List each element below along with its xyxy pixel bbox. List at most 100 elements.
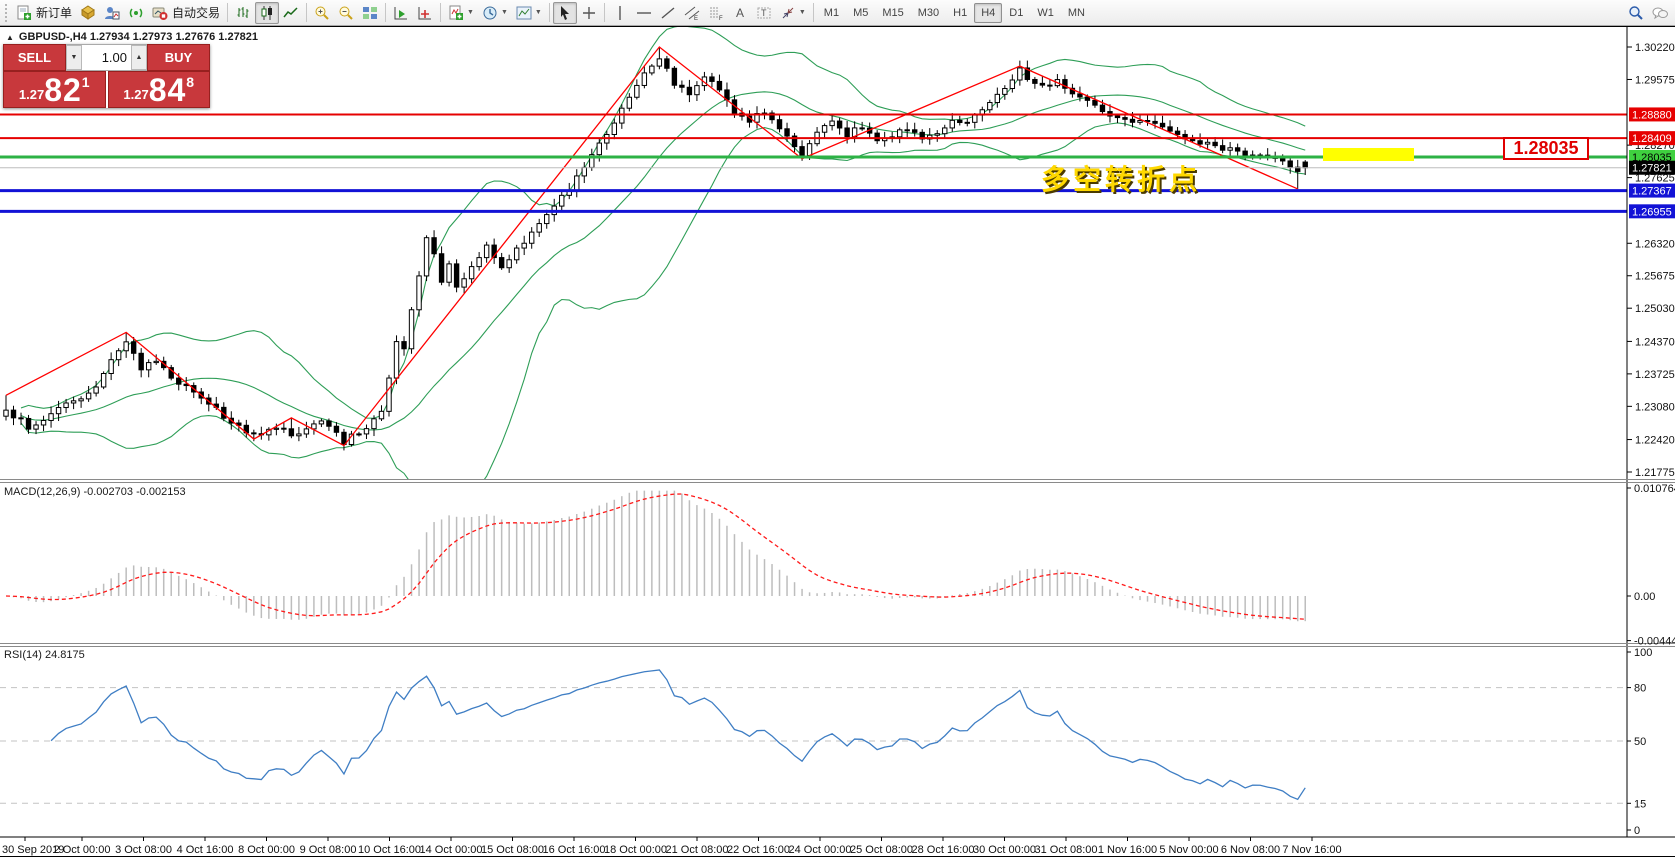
vertical-line-button[interactable] — [608, 2, 632, 24]
rsi-line — [50, 669, 1306, 801]
volume-increase-button[interactable]: ▲ — [131, 45, 147, 70]
main-toolbar: 新订单 自动交易 ▼ ▼ ▼ E F A T ▼ M1 M5 M15 M30 H1 H4 D1 W1 MN — [0, 0, 1675, 26]
price-axis[interactable]: 1.302201.295751.282701.276251.263201.256… — [1627, 42, 1675, 837]
bollinger-band — [20, 27, 1306, 419]
timeframe-button-m15[interactable]: M15 — [875, 3, 910, 23]
timeframe-button-h4[interactable]: H4 — [974, 2, 1003, 23]
sell-price-prefix: 1.27 — [18, 87, 45, 102]
svg-text:18 Oct 00:00: 18 Oct 00:00 — [604, 844, 667, 856]
price-chart[interactable]: 1.302201.295751.282701.276251.263201.256… — [0, 27, 1675, 857]
timeframe-button-h1[interactable]: H1 — [946, 3, 974, 23]
chat-button[interactable] — [1648, 2, 1672, 24]
svg-text:31 Oct 08:00: 31 Oct 08:00 — [1035, 844, 1098, 856]
indicators-button[interactable]: ▼ — [444, 2, 478, 24]
timeframe-button-m1[interactable]: M1 — [817, 3, 846, 23]
zoom-in-button[interactable] — [310, 2, 334, 24]
svg-text:22 Oct 16:00: 22 Oct 16:00 — [727, 844, 790, 856]
zoom-out-button[interactable] — [334, 2, 358, 24]
horizontal-line-button[interactable] — [632, 2, 656, 24]
svg-text:1.25030: 1.25030 — [1635, 303, 1675, 315]
svg-text:25 Oct 08:00: 25 Oct 08:00 — [850, 844, 913, 856]
line-chart-icon — [283, 5, 299, 21]
chat-icon — [1652, 5, 1668, 21]
macd-pane — [5, 490, 1306, 622]
svg-text:0.010764: 0.010764 — [1634, 483, 1675, 495]
timeframe-button-m30[interactable]: M30 — [911, 3, 946, 23]
new-order-button[interactable]: 新订单 — [12, 2, 76, 24]
auto-trading-button[interactable]: 自动交易 — [148, 2, 224, 24]
turning-point-annotation[interactable]: 多空转折点 — [1041, 158, 1201, 198]
templates-icon — [516, 5, 532, 21]
line-chart-button[interactable] — [279, 2, 303, 24]
sell-button[interactable]: SELL — [3, 44, 66, 71]
yellow-highlight-rect[interactable] — [1323, 148, 1414, 161]
text-icon: A — [732, 5, 748, 21]
bar-chart-button[interactable] — [231, 2, 255, 24]
signals-icon — [128, 5, 144, 21]
buy-price-display[interactable]: 1.27 84 8 — [107, 71, 210, 108]
signals-button[interactable] — [124, 2, 148, 24]
chart-window[interactable]: 1.30220 1.29575 1.28270 1.27625 1.26320 1.256… — [0, 26, 1675, 857]
candlestick-chart-button[interactable] — [255, 1, 280, 24]
dropdown-arrow-icon: ▼ — [467, 9, 474, 16]
label-button[interactable]: T — [752, 2, 776, 24]
svg-text:1.21775: 1.21775 — [1635, 467, 1675, 479]
svg-text:1.27821: 1.27821 — [1632, 163, 1672, 175]
timeframe-button-mn[interactable]: MN — [1061, 3, 1092, 23]
svg-text:F: F — [719, 16, 723, 21]
hline-icon — [636, 5, 652, 21]
svg-text:0.00: 0.00 — [1634, 591, 1655, 603]
label-icon: T — [756, 5, 772, 21]
sell-price-sup: 1 — [81, 74, 90, 90]
arrows-button[interactable]: ▼ — [776, 2, 810, 24]
chart-shift-button[interactable] — [413, 2, 437, 24]
buy-price-sup: 8 — [186, 74, 195, 90]
dropdown-arrow-icon: ▼ — [798, 9, 806, 16]
volume-input[interactable]: 1.00 — [82, 45, 131, 70]
svg-text:14 Oct 00:00: 14 Oct 00:00 — [420, 844, 483, 856]
channel-button[interactable]: E — [680, 2, 704, 24]
svg-text:1.28409: 1.28409 — [1632, 133, 1672, 145]
trendline-button[interactable] — [656, 2, 680, 24]
svg-text:0: 0 — [1634, 825, 1640, 837]
periods-button[interactable]: ▼ — [478, 2, 512, 24]
crosshair-button[interactable] — [577, 2, 601, 24]
auto-scroll-button[interactable] — [389, 2, 413, 24]
toolbar-separator — [440, 3, 442, 22]
price-flag-label[interactable]: 1.28035 — [1503, 137, 1589, 160]
indicators-icon — [448, 5, 464, 21]
market-watch-button[interactable] — [76, 2, 100, 24]
dropdown-arrow-icon: ▼ — [500, 9, 508, 16]
search-icon — [1628, 5, 1644, 21]
timeframe-button-m5[interactable]: M5 — [846, 3, 875, 23]
svg-text:E: E — [694, 16, 698, 21]
buy-button[interactable]: BUY — [147, 44, 210, 71]
fibonacci-button[interactable]: F — [704, 2, 728, 24]
cursor-button[interactable] — [552, 1, 577, 24]
templates-button[interactable]: ▼ — [512, 2, 546, 24]
svg-text:15: 15 — [1634, 798, 1646, 810]
toolbar-separator — [306, 3, 308, 22]
svg-text:1.22420: 1.22420 — [1635, 435, 1675, 447]
svg-text:1.27367: 1.27367 — [1632, 186, 1672, 198]
time-axis[interactable]: 30 Sep 20192 Oct 00:00 3 Oct 08:00 4 Oct 1… — [2, 837, 1342, 856]
auto-trading-button-label: 自动交易 — [172, 6, 221, 20]
sell-price-display[interactable]: 1.27 82 1 — [3, 71, 106, 108]
search-button[interactable] — [1624, 2, 1648, 24]
timeframe-button-w1[interactable]: W1 — [1030, 3, 1061, 23]
svg-text:1 Nov 16:00: 1 Nov 16:00 — [1098, 844, 1157, 856]
svg-text:80: 80 — [1634, 683, 1646, 695]
text-button[interactable]: A — [728, 2, 752, 24]
timeframe-button-d1[interactable]: D1 — [1002, 3, 1030, 23]
tile-windows-button[interactable] — [358, 2, 382, 24]
rsi-pane — [0, 669, 1627, 804]
svg-text:7 Nov 16:00: 7 Nov 16:00 — [1282, 844, 1341, 856]
collapse-panel-icon[interactable]: ▲ — [6, 33, 14, 42]
volume-decrease-button[interactable]: ▼ — [66, 45, 82, 70]
auto-trading-icon — [152, 5, 168, 21]
svg-text:1.30220: 1.30220 — [1635, 42, 1675, 54]
data-window-button[interactable] — [100, 2, 124, 24]
svg-text:1.23725: 1.23725 — [1635, 369, 1675, 381]
svg-text:9 Oct 08:00: 9 Oct 08:00 — [300, 844, 357, 856]
zoom-in-icon — [314, 5, 330, 21]
